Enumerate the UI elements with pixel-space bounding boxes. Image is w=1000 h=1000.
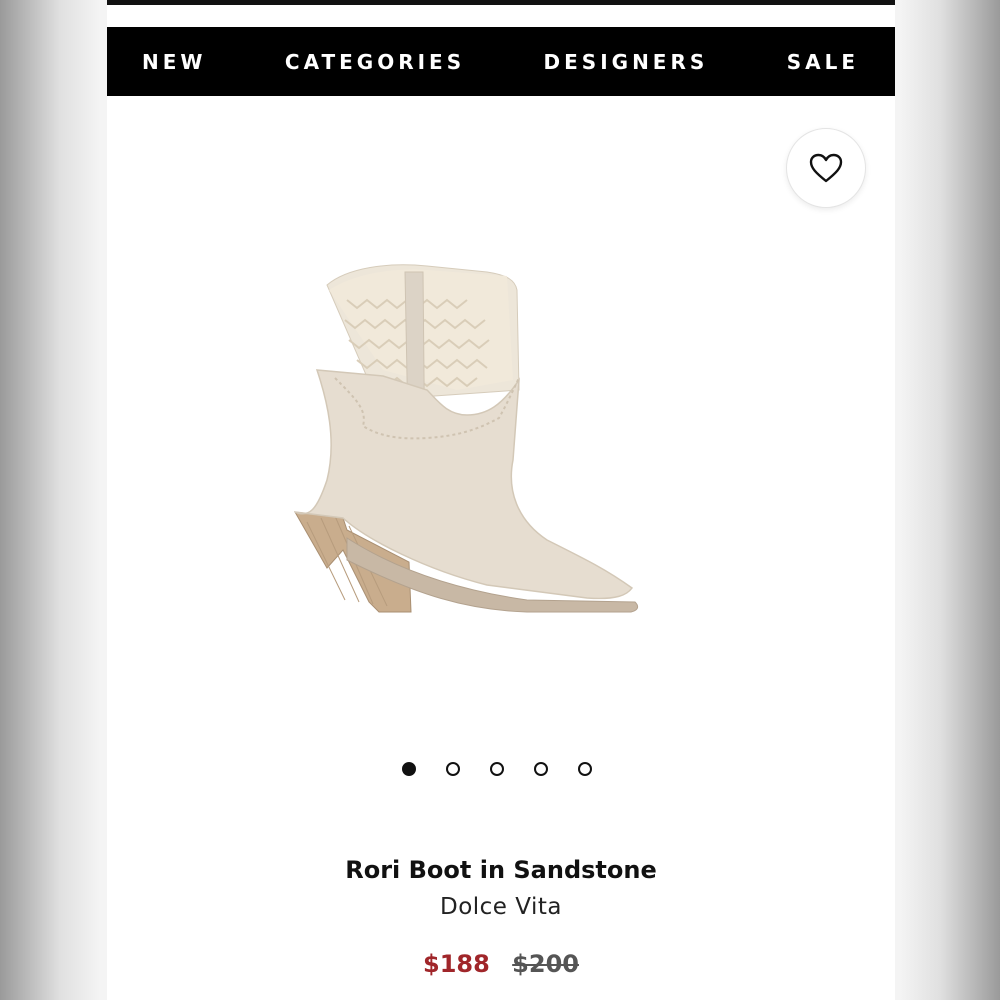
- carousel-dot-4[interactable]: [534, 762, 548, 776]
- nav-item-designers[interactable]: DESIGNERS: [544, 50, 709, 74]
- product-page: NEW CATEGORIES DESIGNERS SALE Rori Boot …: [107, 0, 895, 1000]
- image-carousel-dots: [402, 762, 602, 780]
- top-border: [107, 0, 895, 5]
- nav-item-categories[interactable]: CATEGORIES: [285, 50, 465, 74]
- heart-outline-icon: [809, 153, 843, 183]
- carousel-dot-1[interactable]: [402, 762, 416, 776]
- wishlist-button[interactable]: [786, 128, 866, 208]
- main-nav: NEW CATEGORIES DESIGNERS SALE: [107, 27, 895, 96]
- product-title: Rori Boot in Sandstone: [345, 856, 657, 884]
- product-brand[interactable]: Dolce Vita: [107, 894, 895, 920]
- original-price: $200: [512, 950, 579, 978]
- price-block: $188 $200: [107, 950, 895, 978]
- carousel-dot-3[interactable]: [490, 762, 504, 776]
- nav-item-new[interactable]: NEW: [142, 50, 206, 74]
- carousel-dot-5[interactable]: [578, 762, 592, 776]
- sale-price: $188: [423, 950, 490, 978]
- nav-item-sale[interactable]: SALE: [787, 50, 859, 74]
- product-image[interactable]: [287, 250, 727, 630]
- carousel-dot-2[interactable]: [446, 762, 460, 776]
